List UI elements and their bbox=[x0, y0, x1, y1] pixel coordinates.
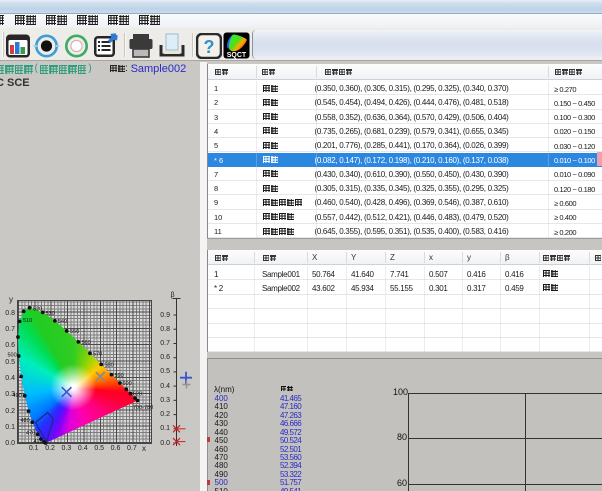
svg-text:520: 520 bbox=[33, 307, 42, 313]
svg-text:580: 580 bbox=[105, 363, 114, 369]
svg-text:540: 540 bbox=[58, 319, 67, 325]
svg-text:490: 490 bbox=[13, 393, 22, 399]
svg-text:560: 560 bbox=[82, 340, 91, 346]
svg-text:510: 510 bbox=[23, 318, 32, 324]
svg-text:570: 570 bbox=[93, 352, 102, 358]
svg-text:550: 550 bbox=[70, 329, 79, 335]
svg-text:530: 530 bbox=[46, 311, 55, 317]
svg-text:600: 600 bbox=[123, 381, 132, 387]
svg-text:?: ? bbox=[204, 37, 215, 57]
svg-text:590: 590 bbox=[115, 373, 124, 379]
svg-text:410: 410 bbox=[34, 439, 43, 445]
svg-text:SQCT: SQCT bbox=[227, 52, 247, 59]
svg-text:480: 480 bbox=[21, 418, 30, 424]
svg-text:β: β bbox=[171, 292, 175, 299]
svg-text:500: 500 bbox=[8, 353, 17, 359]
svg-text:620: 620 bbox=[133, 392, 142, 398]
svg-text:470: 470 bbox=[26, 431, 35, 437]
svg-text:700-780: 700-780 bbox=[133, 405, 153, 411]
